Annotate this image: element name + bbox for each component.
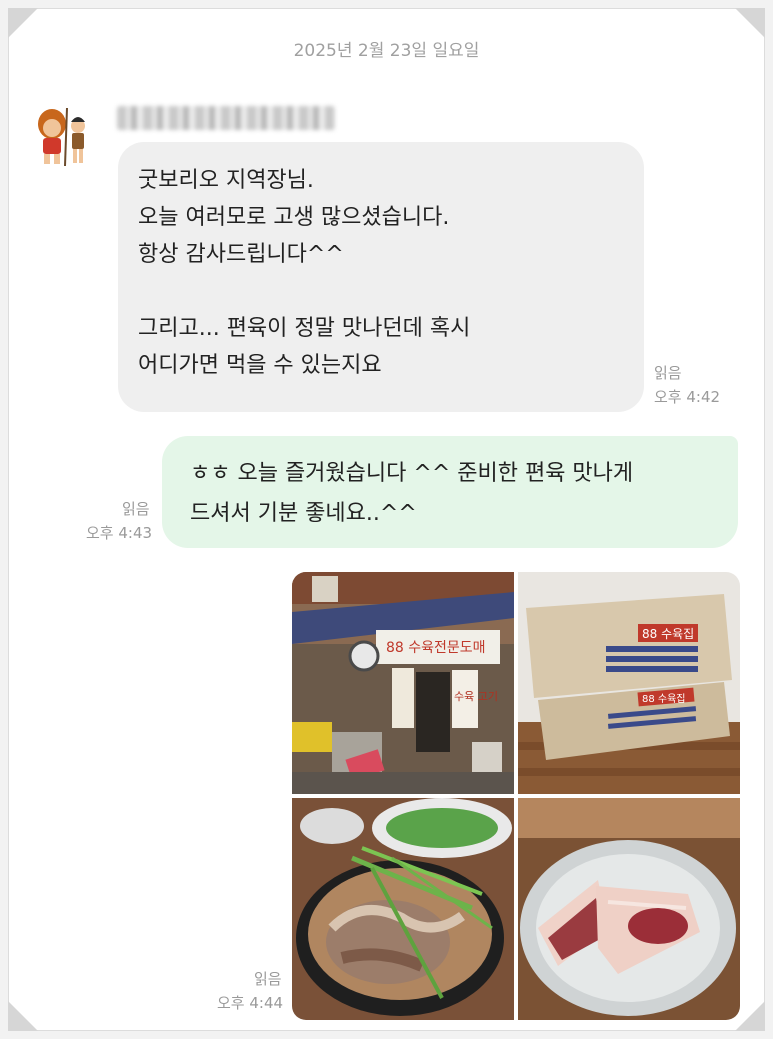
box-label-text: 88 수육집 xyxy=(642,627,694,641)
sender-name-blurred xyxy=(117,106,335,130)
corner-fold xyxy=(735,8,765,38)
photo-restaurant-storefront[interactable]: 88 수육전문도매 수육 고기 xyxy=(292,572,514,794)
small-sign-text: 수육 고기 xyxy=(454,690,498,703)
read-receipt: 읽음 xyxy=(254,970,282,988)
message-line: 굿보리오 지역장님. xyxy=(138,168,314,193)
message-line: 어디가면 먹을 수 있는지요 xyxy=(138,353,382,378)
message-time: 오후 4:43 xyxy=(86,524,153,542)
outgoing-message-bubble[interactable]: ㅎㅎ 오늘 즐거웠습니다 ^^ 준비한 편육 맛나게 드셔서 기분 좋네요..^… xyxy=(162,436,738,548)
date-separator: 2025년 2월 23일 일요일 xyxy=(293,41,480,61)
message-time: 오후 4:44 xyxy=(217,994,284,1012)
photo-packaged-boxes[interactable]: 88 수육집 88 수육집 xyxy=(518,572,740,794)
box-label-text: 88 수육집 xyxy=(642,693,686,705)
read-receipt: 읽음 xyxy=(122,500,150,518)
corner-fold xyxy=(8,8,38,38)
message-line: 드셔서 기분 좋네요..^^ xyxy=(190,501,417,526)
store-sign-text: 88 수육전문도매 xyxy=(386,640,486,656)
message-line: 항상 감사드립니다^^ xyxy=(138,242,344,267)
photo-sliced-pyeonyuk[interactable] xyxy=(518,798,740,1020)
incoming-message-bubble[interactable]: 굿보리오 지역장님. 오늘 여러모로 고생 많으셨습니다. 항상 감사드립니다^… xyxy=(118,142,644,412)
photo-soup-bowl[interactable] xyxy=(292,798,514,1020)
corner-fold xyxy=(8,1001,38,1031)
message-line: 그리고... 편육이 정말 맛나던데 혹시 xyxy=(138,316,471,341)
photo-grid[interactable]: 88 수육전문도매 수육 고기 88 수육집 88 수육집 xyxy=(292,572,740,1020)
message-line: ㅎㅎ 오늘 즐거웠습니다 ^^ 준비한 편육 맛나게 xyxy=(190,461,634,486)
cartoon-characters-icon xyxy=(38,107,85,167)
avatar[interactable] xyxy=(34,102,94,168)
message-line: 오늘 여러모로 고생 많으셨습니다. xyxy=(138,205,450,230)
message-time: 오후 4:42 xyxy=(654,388,721,406)
read-receipt: 읽음 xyxy=(654,364,682,382)
message-line xyxy=(138,273,624,310)
